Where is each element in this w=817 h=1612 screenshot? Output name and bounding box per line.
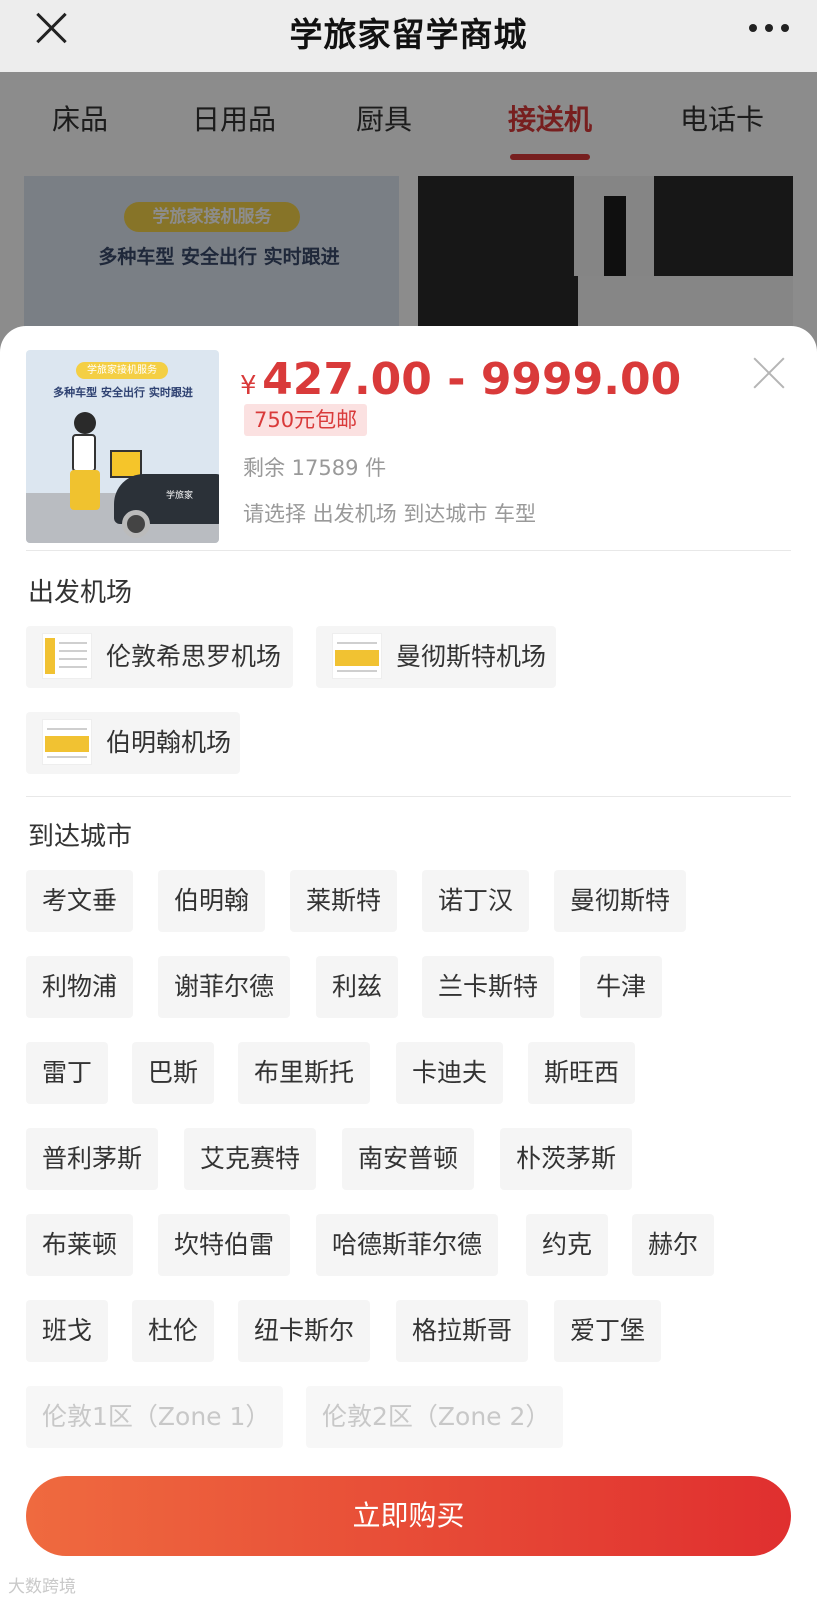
arrival-city-option[interactable]: 利兹 bbox=[316, 956, 399, 1018]
free-shipping-badge: 750元包邮 bbox=[244, 404, 368, 436]
arrival-city-option[interactable]: 雷丁 bbox=[26, 1042, 109, 1104]
arrival-city-option[interactable]: 谢菲尔德 bbox=[158, 956, 291, 1018]
arrival-city-option[interactable]: 布莱顿 bbox=[26, 1214, 134, 1276]
arrival-city-option[interactable]: 伯明翰 bbox=[158, 870, 266, 932]
arrival-city-option[interactable]: 考文垂 bbox=[26, 870, 134, 932]
airport-thumbnail-icon bbox=[332, 633, 382, 679]
arrival-city-option[interactable]: 朴茨茅斯 bbox=[500, 1128, 633, 1190]
arrival-city-option-disabled: 伦敦2区（Zone 2） bbox=[306, 1386, 563, 1448]
close-icon[interactable] bbox=[752, 356, 786, 390]
arrival-city-option[interactable]: 格拉斯哥 bbox=[396, 1300, 529, 1362]
divider bbox=[26, 550, 791, 551]
currency-symbol: ¥ bbox=[240, 371, 257, 401]
arrival-city-option[interactable]: 莱斯特 bbox=[290, 870, 398, 932]
arrival-city-option[interactable]: 坎特伯雷 bbox=[158, 1214, 291, 1276]
arrival-city-option[interactable]: 班戈 bbox=[26, 1300, 109, 1362]
arrival-city-option[interactable]: 杜伦 bbox=[132, 1300, 215, 1362]
divider bbox=[26, 796, 791, 797]
more-icon[interactable] bbox=[749, 24, 789, 34]
arrival-city-option[interactable]: 约克 bbox=[526, 1214, 609, 1276]
arrival-city-option[interactable]: 斯旺西 bbox=[528, 1042, 636, 1104]
departure-option[interactable]: 曼彻斯特机场 bbox=[316, 626, 556, 688]
arrival-city-option[interactable]: 利物浦 bbox=[26, 956, 134, 1018]
arrival-city-option[interactable]: 纽卡斯尔 bbox=[238, 1300, 371, 1362]
selection-hint: 请选择 出发机场 到达城市 车型 bbox=[243, 502, 537, 526]
buy-now-button[interactable]: 立即购买 bbox=[26, 1476, 791, 1556]
arrival-city-option[interactable]: 诺丁汉 bbox=[422, 870, 530, 932]
arrival-city-option[interactable]: 卡迪夫 bbox=[396, 1042, 504, 1104]
arrival-city-option-disabled: 伦敦1区（Zone 1） bbox=[26, 1386, 283, 1448]
price-value: 427.00 - 9999.00 bbox=[262, 354, 682, 405]
watermark: 大数跨境 bbox=[8, 1577, 76, 1597]
arrival-city-option[interactable]: 艾克赛特 bbox=[184, 1128, 317, 1190]
arrival-city-option[interactable]: 巴斯 bbox=[132, 1042, 215, 1104]
arrival-city-option[interactable]: 牛津 bbox=[580, 956, 663, 1018]
arrival-city-option[interactable]: 南安普顿 bbox=[342, 1128, 475, 1190]
product-image: 学旅家接机服务 多种车型 安全出行 实时跟进 学旅家 bbox=[26, 350, 219, 543]
top-navbar: 学旅家留学商城 bbox=[0, 0, 817, 72]
departure-option[interactable]: 伦敦希思罗机场 bbox=[26, 626, 293, 688]
arrival-city-option[interactable]: 布里斯托 bbox=[238, 1042, 371, 1104]
departure-option[interactable]: 伯明翰机场 bbox=[26, 712, 240, 774]
sku-selection-sheet: 学旅家接机服务 多种车型 安全出行 实时跟进 学旅家 ¥ 427.00 - 99… bbox=[0, 326, 817, 1612]
arrival-city-option[interactable]: 兰卡斯特 bbox=[422, 956, 555, 1018]
airport-thumbnail-icon bbox=[42, 719, 92, 765]
arrival-city-option[interactable]: 哈德斯菲尔德 bbox=[316, 1214, 499, 1276]
page-title: 学旅家留学商城 bbox=[289, 15, 528, 54]
arrival-city-option[interactable]: 曼彻斯特 bbox=[554, 870, 687, 932]
arrival-city-title: 到达城市 bbox=[28, 822, 133, 852]
departure-airport-title: 出发机场 bbox=[28, 578, 133, 608]
arrival-city-option[interactable]: 赫尔 bbox=[632, 1214, 715, 1276]
arrival-city-option[interactable]: 普利茅斯 bbox=[26, 1128, 159, 1190]
price-range: ¥ 427.00 - 9999.00 bbox=[240, 354, 681, 405]
arrival-city-option[interactable]: 爱丁堡 bbox=[554, 1300, 662, 1362]
airport-thumbnail-icon bbox=[42, 633, 92, 679]
stock-count: 剩余 17589 件 bbox=[243, 456, 387, 480]
